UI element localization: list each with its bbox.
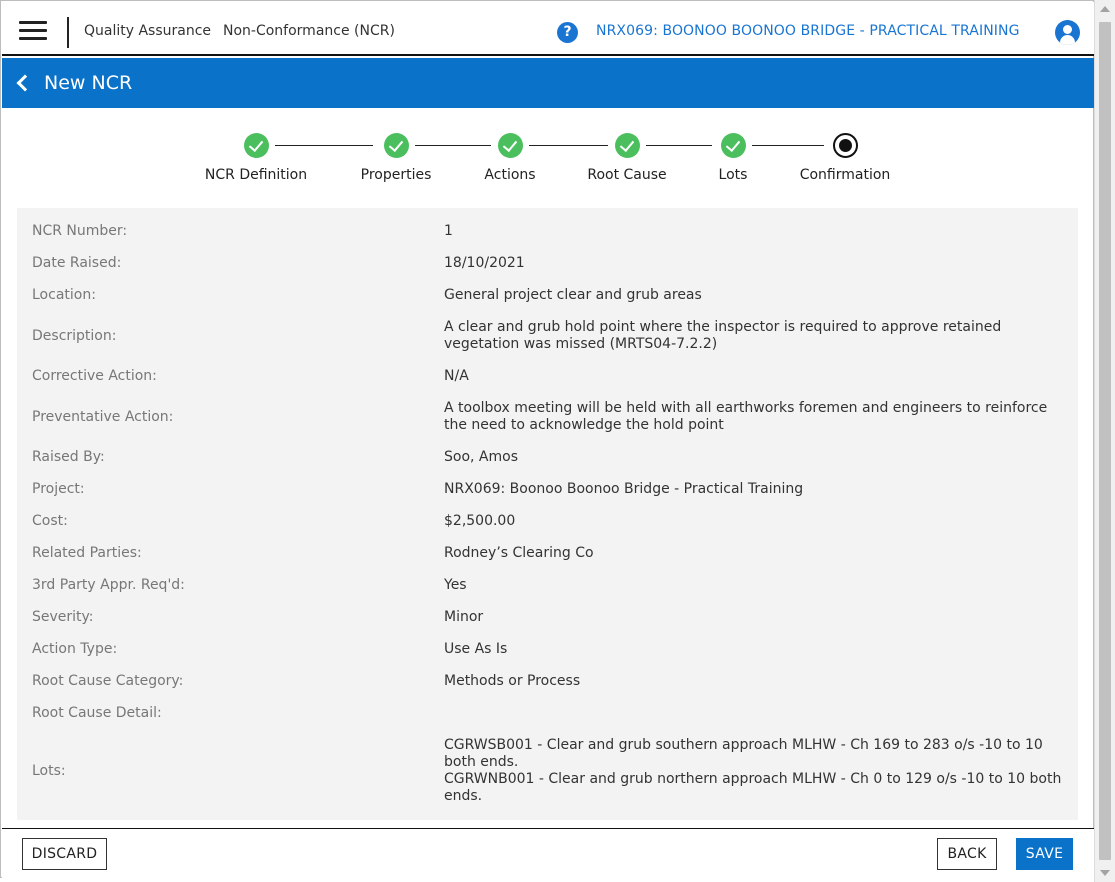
detail-row-third-party-approval: 3rd Party Appr. Req'd: Yes: [17, 575, 1078, 595]
detail-label: Raised By:: [32, 449, 105, 465]
detail-row-root-cause-detail: Root Cause Detail:: [17, 703, 1078, 723]
step-label[interactable]: Properties: [361, 167, 432, 183]
detail-row-lots: Lots: CGRWSB001 - Clear and grub souther…: [17, 736, 1078, 806]
step-connector: [529, 145, 608, 146]
detail-label: Project:: [32, 481, 85, 497]
detail-row-corrective-action: Corrective Action: N/A: [17, 366, 1078, 386]
detail-label: Location:: [32, 287, 96, 303]
breadcrumb-page[interactable]: Non-Conformance (NCR): [223, 23, 395, 39]
step-confirmation-current-icon[interactable]: [833, 133, 858, 158]
detail-row-raised-by: Raised By: Soo, Amos: [17, 447, 1078, 467]
detail-label: Corrective Action:: [32, 368, 157, 384]
detail-row-preventative-action: Preventative Action: A toolbox meeting w…: [17, 399, 1078, 435]
detail-value: A toolbox meeting will be held with all …: [444, 400, 1048, 433]
detail-label: Action Type:: [32, 641, 118, 657]
detail-row-action-type: Action Type: Use As Is: [17, 639, 1078, 659]
detail-label: Date Raised:: [32, 255, 122, 271]
user-account-icon[interactable]: [1055, 20, 1080, 45]
detail-row-root-cause-category: Root Cause Category: Methods or Process: [17, 671, 1078, 691]
top-navigation-bar: Quality Assurance Non-Conformance (NCR) …: [2, 2, 1094, 56]
detail-value: Minor: [444, 608, 484, 625]
wizard-stepper: NCR Definition Properties Actions Root C…: [1, 131, 1095, 191]
app-window: Quality Assurance Non-Conformance (NCR) …: [0, 0, 1095, 879]
detail-row-severity: Severity: Minor: [17, 607, 1078, 627]
detail-value: Methods or Process: [444, 672, 581, 689]
step-connector: [275, 145, 373, 146]
step-label[interactable]: Root Cause: [587, 167, 666, 183]
detail-value: General project clear and grub areas: [444, 286, 702, 303]
step-properties-check-icon[interactable]: [384, 133, 409, 158]
detail-value: 1: [444, 222, 453, 239]
detail-value: N/A: [444, 367, 469, 384]
detail-label: Root Cause Detail:: [32, 705, 162, 721]
lot-line: CGRWSB001 - Clear and grub southern appr…: [444, 737, 1043, 770]
breadcrumb-module[interactable]: Quality Assurance: [84, 23, 211, 39]
detail-value: Rodney’s Clearing Co: [444, 544, 594, 561]
step-actions-check-icon[interactable]: [498, 133, 523, 158]
lot-line: CGRWNB001 - Clear and grub northern appr…: [444, 771, 1062, 804]
detail-value: $2,500.00: [444, 512, 516, 529]
vertical-scrollbar[interactable]: [1094, 0, 1115, 882]
detail-value: A clear and grub hold point where the in…: [444, 319, 1002, 352]
detail-row-cost: Cost: $2,500.00: [17, 511, 1078, 531]
back-arrow-icon[interactable]: [15, 73, 29, 93]
discard-button[interactable]: DISCARD: [22, 838, 107, 870]
step-label[interactable]: Lots: [719, 167, 748, 183]
divider: [67, 17, 69, 48]
detail-label: Preventative Action:: [32, 409, 174, 425]
page-header: New NCR: [2, 58, 1094, 108]
detail-row-ncr-number: NCR Number: 1: [17, 221, 1078, 241]
detail-label: Lots:: [32, 763, 66, 779]
detail-row-date-raised: Date Raised: 18/10/2021: [17, 253, 1078, 273]
back-button[interactable]: BACK: [937, 838, 997, 870]
step-label[interactable]: Confirmation: [800, 167, 891, 183]
detail-value: NRX069: Boonoo Boonoo Bridge - Practical…: [444, 480, 804, 497]
step-label[interactable]: NCR Definition: [205, 167, 307, 183]
detail-value: Yes: [444, 576, 467, 593]
lots-value: CGRWSB001 - Clear and grub southern appr…: [444, 737, 1064, 805]
scrollbar-thumb[interactable]: [1099, 22, 1111, 860]
detail-row-location: Location: General project clear and grub…: [17, 285, 1078, 305]
detail-label: Root Cause Category:: [32, 673, 184, 689]
detail-row-project: Project: NRX069: Boonoo Boonoo Bridge - …: [17, 479, 1078, 499]
detail-value: 18/10/2021: [444, 254, 525, 271]
ncr-summary-panel: NCR Number: 1 Date Raised: 18/10/2021 Lo…: [17, 208, 1078, 820]
step-lots-check-icon[interactable]: [721, 133, 746, 158]
detail-row-description: Description: A clear and grub hold point…: [17, 318, 1078, 354]
detail-label: Cost:: [32, 513, 68, 529]
help-icon[interactable]: ?: [557, 22, 578, 43]
page-title: New NCR: [44, 72, 133, 94]
detail-label: Related Parties:: [32, 545, 142, 561]
step-root-cause-check-icon[interactable]: [615, 133, 640, 158]
scroll-down-arrow-icon[interactable]: [1100, 870, 1110, 876]
detail-row-related-parties: Related Parties: Rodney’s Clearing Co: [17, 543, 1078, 563]
step-connector: [415, 145, 491, 146]
step-label[interactable]: Actions: [484, 167, 535, 183]
step-ncr-definition-check-icon[interactable]: [244, 133, 269, 158]
detail-value: Use As Is: [444, 640, 508, 657]
step-connector: [646, 145, 712, 146]
detail-label: NCR Number:: [32, 223, 128, 239]
project-selector[interactable]: NRX069: BOONOO BOONOO BRIDGE - PRACTICAL…: [596, 23, 1020, 39]
step-connector: [752, 145, 824, 146]
detail-label: Description:: [32, 328, 117, 344]
save-button[interactable]: SAVE: [1016, 838, 1073, 870]
menu-icon[interactable]: [19, 21, 47, 41]
detail-label: Severity:: [32, 609, 94, 625]
detail-value: Soo, Amos: [444, 448, 518, 465]
footer-action-bar: DISCARD BACK SAVE: [2, 828, 1094, 879]
detail-label: 3rd Party Appr. Req'd:: [32, 577, 185, 593]
scroll-up-arrow-icon[interactable]: [1100, 6, 1110, 12]
